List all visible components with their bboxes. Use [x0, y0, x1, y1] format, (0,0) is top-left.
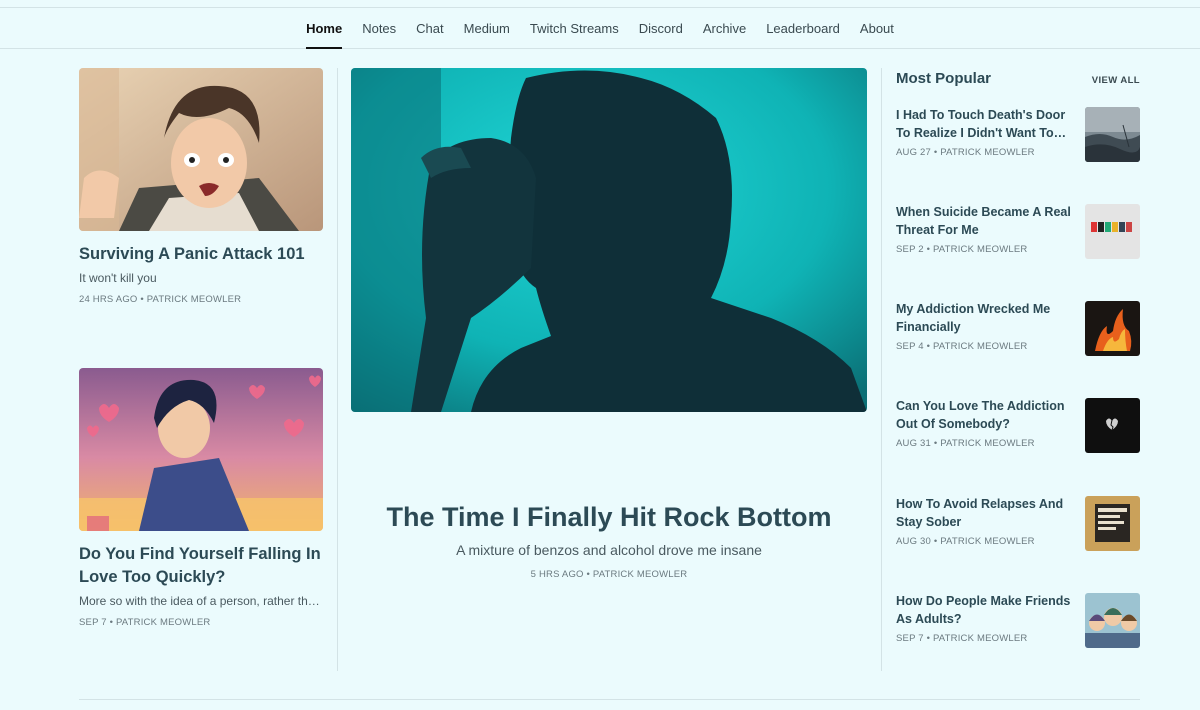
popular-post[interactable]: How To Avoid Relapses And Stay Sober AUG…: [896, 496, 1140, 552]
popular-post-meta: SEP 2 • PATRICK MEOWLER: [896, 244, 1028, 255]
popular-post-title[interactable]: How To Avoid Relapses And Stay Sober: [896, 496, 1076, 531]
post-title[interactable]: Surviving A Panic Attack 101: [79, 243, 323, 266]
main-nav: Home Notes Chat Medium Twitch Streams Di…: [0, 8, 1200, 49]
popular-post-meta: SEP 4 • PATRICK MEOWLER: [896, 341, 1028, 352]
popular-post[interactable]: How Do People Make Friends As Adults? SE…: [896, 593, 1140, 649]
stormy-sea-image: [1085, 107, 1140, 162]
nav-notes[interactable]: Notes: [352, 8, 406, 49]
nav-medium[interactable]: Medium: [454, 8, 520, 49]
popular-post-thumbnail[interactable]: [1085, 204, 1140, 259]
popular-post[interactable]: My Addiction Wrecked Me Financially SEP …: [896, 301, 1140, 357]
popular-post-thumbnail[interactable]: [1085, 398, 1140, 453]
view-all-link[interactable]: VIEW ALL: [1092, 75, 1140, 86]
silhouette-man-photo: [351, 68, 867, 412]
nav-chat[interactable]: Chat: [406, 8, 453, 49]
nav-twitch-streams[interactable]: Twitch Streams: [520, 8, 629, 49]
post-thumbnail[interactable]: [79, 68, 323, 231]
anime-group-image: [1085, 593, 1140, 648]
popular-post-title[interactable]: When Suicide Became A Real Threat For Me: [896, 204, 1076, 239]
bottom-divider: [79, 699, 1140, 700]
post-card-falling-in-love[interactable]: Do You Find Yourself Falling In Love Too…: [79, 368, 323, 628]
anime-boy-hearts-illustration: [79, 368, 323, 531]
popular-post-meta: SEP 7 • PATRICK MEOWLER: [896, 633, 1028, 644]
nav-leaderboard[interactable]: Leaderboard: [756, 8, 850, 49]
popular-post-title[interactable]: My Addiction Wrecked Me Financially: [896, 301, 1076, 336]
post-meta: SEP 7 • PATRICK MEOWLER: [79, 617, 211, 628]
popular-post[interactable]: I Had To Touch Death's Door To Realize I…: [896, 107, 1140, 163]
popular-post-thumbnail[interactable]: [1085, 107, 1140, 162]
hero-meta: 5 HRS AGO • PATRICK MEOWLER: [530, 569, 688, 580]
popular-post-meta: AUG 30 • PATRICK MEOWLER: [896, 536, 1035, 547]
popular-post-meta: AUG 27 • PATRICK MEOWLER: [896, 147, 1035, 158]
nav-home[interactable]: Home: [296, 8, 352, 49]
popular-post-title[interactable]: How Do People Make Friends As Adults?: [896, 593, 1076, 628]
post-subtitle: It won't kill you: [79, 271, 157, 285]
hero-title[interactable]: The Time I Finally Hit Rock Bottom: [351, 500, 867, 534]
hero-subtitle: A mixture of benzos and alcohol drove me…: [456, 542, 762, 558]
post-card-panic-attack[interactable]: Surviving A Panic Attack 101 It won't ki…: [79, 68, 323, 305]
hero-image[interactable]: [351, 68, 867, 412]
post-title[interactable]: Do You Find Yourself Falling In Love Too…: [79, 543, 323, 589]
anime-boy-panic-illustration: [79, 68, 323, 231]
post-meta: 24 HRS AGO • PATRICK MEOWLER: [79, 294, 242, 305]
popular-post-thumbnail[interactable]: [1085, 496, 1140, 551]
popular-post-title[interactable]: I Had To Touch Death's Door To Realize I…: [896, 107, 1076, 142]
popular-post-meta: AUG 31 • PATRICK MEOWLER: [896, 438, 1035, 449]
nav-discord[interactable]: Discord: [629, 8, 693, 49]
popular-post-thumbnail[interactable]: [1085, 301, 1140, 356]
column-divider: [337, 68, 338, 671]
popular-post-thumbnail[interactable]: [1085, 593, 1140, 648]
burning-money-image: [1085, 301, 1140, 356]
post-subtitle: More so with the idea of a person, rathe…: [79, 594, 323, 608]
most-popular-header: Most Popular VIEW ALL: [896, 70, 1140, 87]
warning-sign-image: [1085, 496, 1140, 551]
popular-post[interactable]: Can You Love The Addiction Out Of Somebo…: [896, 398, 1140, 454]
post-thumbnail[interactable]: [79, 368, 323, 531]
popular-post-title[interactable]: Can You Love The Addiction Out Of Somebo…: [896, 398, 1076, 433]
nav-about[interactable]: About: [850, 8, 904, 49]
nav-archive[interactable]: Archive: [693, 8, 756, 49]
broken-heart-image: [1085, 398, 1140, 453]
most-popular-title: Most Popular: [896, 70, 992, 87]
column-divider: [881, 68, 882, 671]
cutout-letters-image: [1085, 204, 1140, 259]
popular-post[interactable]: When Suicide Became A Real Threat For Me…: [896, 204, 1140, 260]
hero-text-block: The Time I Finally Hit Rock Bottom A mix…: [351, 500, 867, 580]
